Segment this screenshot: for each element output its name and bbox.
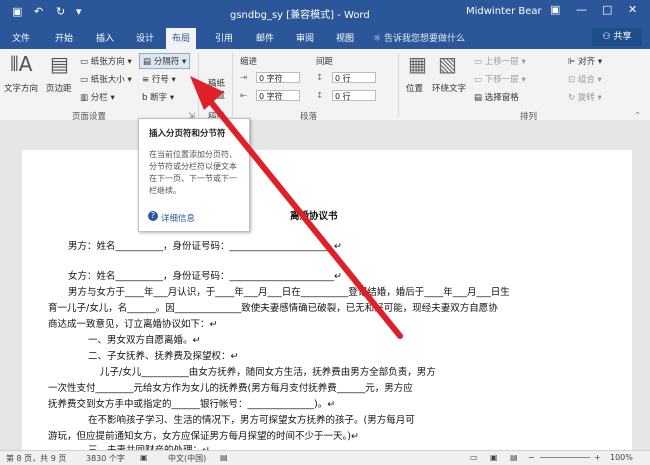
proofing-icon[interactable]: ▣: [140, 453, 148, 462]
web-layout-icon[interactable]: ▤: [510, 453, 518, 462]
watermark-subtitle: 助你轻松解决: [492, 413, 588, 429]
zoom-out-icon[interactable]: −: [528, 453, 535, 462]
watermark-logo: 百科全说 助你轻松解决: [474, 368, 624, 436]
status-bar: 第 8 页，共 9 页 3830 个字 ▣ 中文(中国) ▤ ▭ ▣ ▤ − +…: [0, 450, 650, 465]
print-layout-icon[interactable]: ▣: [490, 453, 498, 462]
status-zoom[interactable]: 100%: [610, 453, 633, 462]
status-words[interactable]: 3830 个字: [86, 453, 125, 464]
zoom-in-icon[interactable]: +: [594, 453, 601, 462]
macro-icon[interactable]: ▤: [220, 453, 228, 462]
watermark-title: 百科全说: [486, 380, 590, 408]
read-mode-icon[interactable]: ▭: [470, 453, 478, 462]
status-page[interactable]: 第 8 页，共 9 页: [6, 453, 66, 464]
zoom-slider[interactable]: [540, 457, 590, 458]
status-language[interactable]: 中文(中国): [168, 453, 206, 464]
